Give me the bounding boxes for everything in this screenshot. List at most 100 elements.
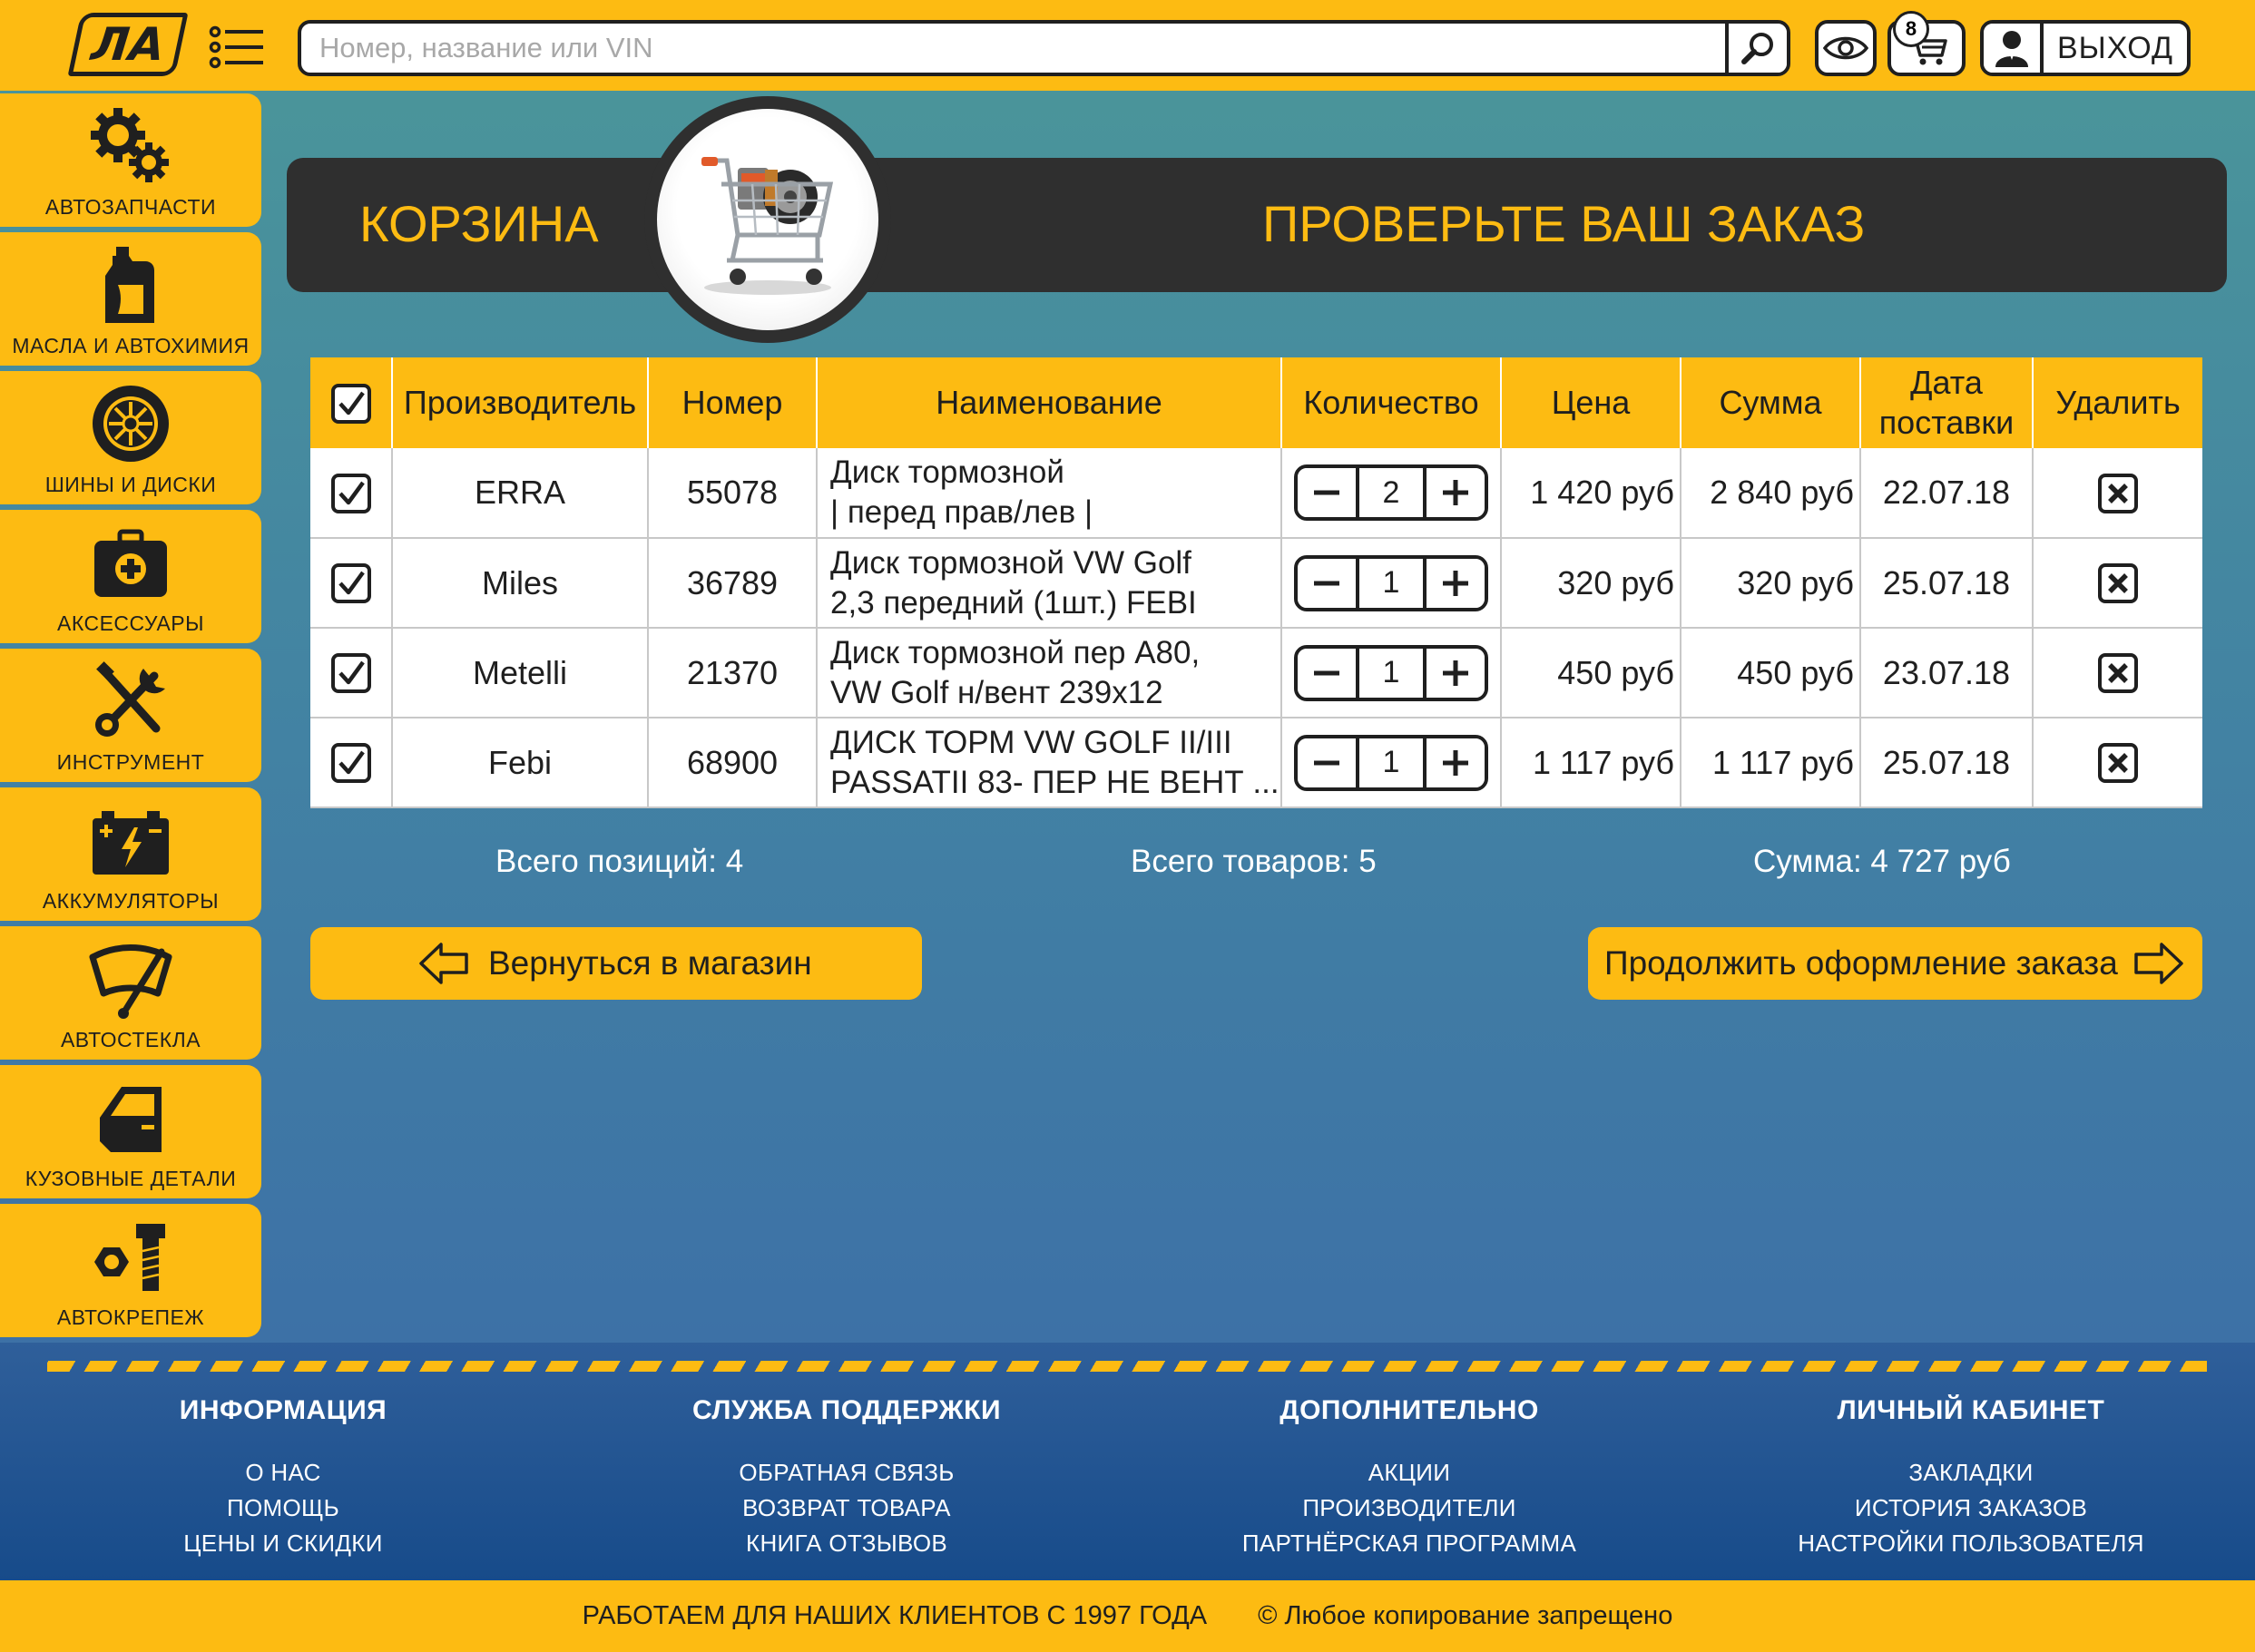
logout-button[interactable]: ВЫХОД <box>2044 24 2187 73</box>
quantity-value[interactable]: 1 <box>1356 738 1427 787</box>
user-icon <box>1995 31 2028 67</box>
row-checkbox[interactable] <box>330 563 371 604</box>
column-header-maker[interactable]: Производитель <box>392 357 649 448</box>
footer-link-returns[interactable]: ВОЗВРАТ ТОВАРА <box>620 1491 1074 1526</box>
row-checkbox[interactable] <box>330 743 371 784</box>
cart-table: Производитель Номер Наименование Количес… <box>310 357 2202 808</box>
footer-link-partners[interactable]: ПАРТНЁРСКАЯ ПРОГРАММА <box>1182 1526 1636 1561</box>
arrow-right-icon <box>2134 943 2183 984</box>
footer-hazard-stripe <box>47 1361 2207 1372</box>
row-checkbox[interactable] <box>330 473 371 513</box>
row-maker: Febi <box>392 718 649 808</box>
delete-button[interactable] <box>2098 473 2138 513</box>
sidebar-item-tools[interactable]: ИНСТРУМЕНТ <box>0 649 261 782</box>
check-icon <box>338 571 365 595</box>
site-logo[interactable]: ЛА <box>67 13 189 76</box>
footer-column-extra: ДОПОЛНИТЕЛЬНО АКЦИИ ПРОИЗВОДИТЕЛИ ПАРТНЁ… <box>1182 1395 1636 1561</box>
row-qty-cell: 1 <box>1281 538 1502 629</box>
increase-button[interactable] <box>1427 558 1485 608</box>
since-text: РАБОТАЕМ ДЛЯ НАШИХ КЛИЕНТОВ С 1997 ГОДА <box>582 1601 1208 1630</box>
footer-link-reviews[interactable]: КНИГА ОТЗЫВОВ <box>620 1526 1074 1561</box>
sidebar-item-batteries[interactable]: АККУМУЛЯТОРЫ <box>0 787 261 921</box>
footer-link-bookmarks[interactable]: ЗАКЛАДКИ <box>1744 1455 2198 1491</box>
gears-icon <box>91 108 169 182</box>
column-header-date[interactable]: Дата поставки <box>1860 357 2034 448</box>
search-input[interactable] <box>301 24 1725 73</box>
footer-column-support: СЛУЖБА ПОДДЕРЖКИ ОБРАТНАЯ СВЯЗЬ ВОЗВРАТ … <box>620 1395 1074 1561</box>
footer-link-about[interactable]: О НАС <box>56 1455 510 1491</box>
row-name-line1: Диск тормозной VW Golf <box>830 544 1191 581</box>
bottom-bar: РАБОТАЕМ ДЛЯ НАШИХ КЛИЕНТОВ С 1997 ГОДА … <box>0 1580 2255 1652</box>
quantity-stepper: 1 <box>1294 644 1488 701</box>
quantity-value[interactable]: 2 <box>1356 468 1427 517</box>
sidebar-item-tires[interactable]: ШИНЫ И ДИСКИ <box>0 371 261 504</box>
delete-button[interactable] <box>2098 653 2138 694</box>
sidebar-item-label: АККУМУЛЯТОРЫ <box>42 889 220 913</box>
profile-button[interactable] <box>1984 24 2044 73</box>
footer-link-prices[interactable]: ЦЕНЫ И СКИДКИ <box>56 1526 510 1561</box>
search-bar <box>298 20 1790 76</box>
footer-heading: ЛИЧНЫЙ КАБИНЕТ <box>1837 1395 2105 1425</box>
row-sum: 320 руб <box>1681 538 1861 629</box>
footer-heading: ИНФОРМАЦИЯ <box>179 1395 387 1425</box>
row-maker: ERRA <box>392 448 649 539</box>
column-header-qty[interactable]: Количество <box>1281 357 1502 448</box>
viewed-button[interactable] <box>1815 20 1877 76</box>
footer-link-promos[interactable]: АКЦИИ <box>1182 1455 1636 1491</box>
column-header-sum[interactable]: Сумма <box>1681 357 1861 448</box>
decrease-button[interactable] <box>1298 468 1356 517</box>
delete-button[interactable] <box>2098 563 2138 604</box>
decrease-button[interactable] <box>1298 648 1356 698</box>
sidebar-item-glass[interactable]: АВТОСТЕКЛА <box>0 926 261 1060</box>
back-to-shop-button[interactable]: Вернуться в магазин <box>310 927 922 1000</box>
total-sum: Сумма: 4 727 руб <box>1753 844 2011 879</box>
increase-button[interactable] <box>1427 648 1485 698</box>
row-name[interactable]: ДИСК ТОРМ VW GOLF II/III PASSATII 83- ПЕР… <box>817 718 1282 808</box>
sidebar-item-accessories[interactable]: АКСЕССУАРЫ <box>0 510 261 643</box>
sidebar-item-body-parts[interactable]: КУЗОВНЫЕ ДЕТАЛИ <box>0 1065 261 1198</box>
footer-link-orders[interactable]: ИСТОРИЯ ЗАКАЗОВ <box>1744 1491 2198 1526</box>
row-name[interactable]: Диск тормозной | перед прав/лев | <box>817 448 1282 539</box>
decrease-button[interactable] <box>1298 558 1356 608</box>
row-name[interactable]: Диск тормозной VW Golf 2,3 передний (1шт.… <box>817 538 1282 629</box>
sidebar-item-oils[interactable]: МАСЛА И АВТОХИМИЯ <box>0 232 261 366</box>
column-header-name[interactable]: Наименование <box>817 357 1282 448</box>
footer-link-help[interactable]: ПОМОЩЬ <box>56 1491 510 1526</box>
row-number: 21370 <box>648 628 818 718</box>
sidebar-item-fasteners[interactable]: АВТОКРЕПЕЖ <box>0 1204 261 1337</box>
row-name[interactable]: Диск тормозной пер A80, VW Golf н/вент 23… <box>817 628 1282 718</box>
row-price: 1 420 руб <box>1501 448 1681 539</box>
row-select-cell <box>310 718 393 808</box>
increase-button[interactable] <box>1427 738 1485 787</box>
row-checkbox[interactable] <box>330 653 371 694</box>
search-button[interactable] <box>1725 24 1787 73</box>
close-icon <box>2108 753 2128 774</box>
row-name-line2: VW Golf н/вент 239x12 <box>830 674 1163 710</box>
row-maker: Metelli <box>392 628 649 718</box>
row-price: 320 руб <box>1501 538 1681 629</box>
quantity-stepper: 1 <box>1294 734 1488 791</box>
row-date: 25.07.18 <box>1860 538 2034 629</box>
logo-text: ЛА <box>88 18 168 71</box>
sidebar-item-label: ИНСТРУМЕНТ <box>56 750 205 774</box>
delete-button[interactable] <box>2098 743 2138 784</box>
sidebar-item-autoparts[interactable]: АВТОЗАПЧАСТИ <box>0 93 261 227</box>
row-name-line1: ДИСК ТОРМ VW GOLF II/III <box>830 724 1232 760</box>
quantity-value[interactable]: 1 <box>1356 558 1427 608</box>
quantity-stepper: 2 <box>1294 464 1488 521</box>
decrease-button[interactable] <box>1298 738 1356 787</box>
increase-button[interactable] <box>1427 468 1485 517</box>
footer-link-feedback[interactable]: ОБРАТНАЯ СВЯЗЬ <box>620 1455 1074 1491</box>
footer-link-makers[interactable]: ПРОИЗВОДИТЕЛИ <box>1182 1491 1636 1526</box>
select-all-checkbox[interactable] <box>330 384 371 425</box>
footer-link-settings[interactable]: НАСТРОЙКИ ПОЛЬЗОВАТЕЛЯ <box>1744 1526 2198 1561</box>
quantity-value[interactable]: 1 <box>1356 648 1427 698</box>
sidebar-item-label: КУЗОВНЫЕ ДЕТАЛИ <box>25 1167 237 1190</box>
table-header-row: Производитель Номер Наименование Количес… <box>310 357 2202 448</box>
continue-checkout-button[interactable]: Продолжить оформление заказа <box>1588 927 2202 1000</box>
row-delete-cell <box>2033 538 2202 629</box>
catalog-menu-icon[interactable] <box>209 25 265 69</box>
column-header-price[interactable]: Цена <box>1501 357 1681 448</box>
column-header-number[interactable]: Номер <box>648 357 818 448</box>
row-qty-cell: 1 <box>1281 718 1502 808</box>
